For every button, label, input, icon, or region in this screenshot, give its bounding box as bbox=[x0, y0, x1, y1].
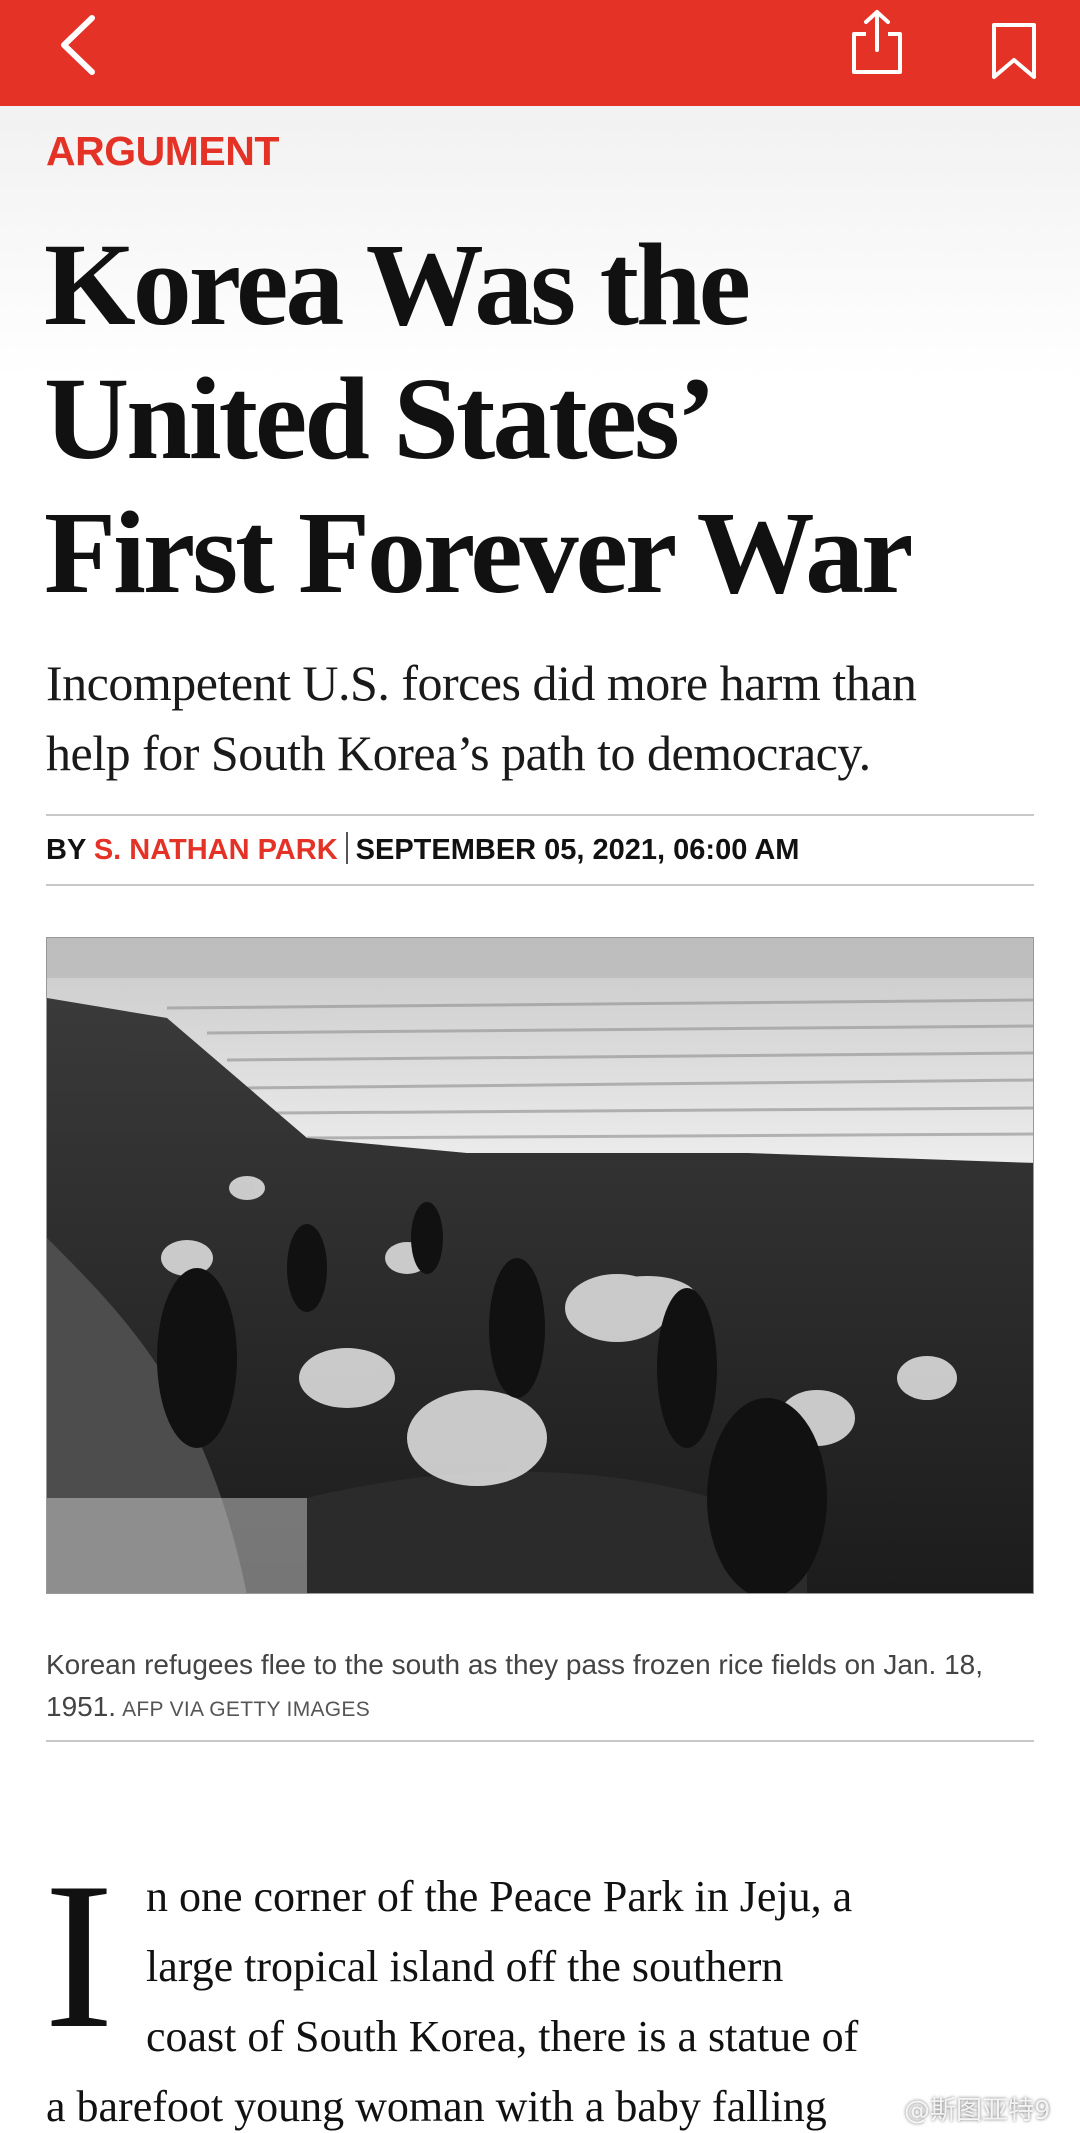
author-link[interactable]: S. NATHAN PARK bbox=[94, 834, 338, 866]
bookmark-icon[interactable] bbox=[990, 22, 1038, 80]
body-line: coast of South Korea, there is a statue … bbox=[146, 2012, 859, 2061]
headline-line: First Forever War bbox=[44, 487, 914, 618]
article-body: n one corner of the Peace Park in Jeju, … bbox=[46, 1862, 1046, 2133]
divider bbox=[46, 884, 1034, 886]
headline-line: United States’ bbox=[44, 353, 716, 484]
body-line: n one corner of the Peace Park in Jeju, … bbox=[146, 1872, 853, 1921]
top-navigation-bar bbox=[0, 0, 1080, 106]
divider bbox=[46, 814, 1034, 816]
article-headline: Korea Was the United States’ First Forev… bbox=[44, 218, 1044, 620]
byline: BY S. NATHAN PARK SEPTEMBER 05, 2021, 06:… bbox=[46, 832, 799, 868]
photo-caption: Korean refugees flee to the south as the… bbox=[46, 1644, 1036, 1731]
body-line: a barefoot young woman with a baby falli… bbox=[46, 2082, 827, 2131]
section-label[interactable]: ARGUMENT bbox=[46, 128, 279, 175]
headline-line: Korea Was the bbox=[44, 219, 751, 350]
refugees-photo-illustration bbox=[47, 938, 1033, 1593]
publish-date: SEPTEMBER 05, 2021, 06:00 AM bbox=[355, 834, 800, 866]
article-photo[interactable] bbox=[46, 937, 1034, 1594]
subheadline-line: help for South Korea’s path to democracy… bbox=[46, 725, 871, 781]
byline-prefix: BY bbox=[46, 834, 86, 866]
watermark: @斯图亚特9 bbox=[904, 2096, 1051, 2126]
chevron-left-icon[interactable] bbox=[52, 10, 112, 80]
byline-separator bbox=[345, 832, 348, 864]
article-subheadline: Incompetent U.S. forces did more harm th… bbox=[46, 648, 1046, 788]
subheadline-line: Incompetent U.S. forces did more harm th… bbox=[46, 655, 917, 711]
body-line: large tropical island off the southern bbox=[146, 1942, 784, 1991]
divider bbox=[46, 1740, 1034, 1742]
share-icon[interactable] bbox=[848, 8, 906, 78]
photo-credit: AFP VIA GETTY IMAGES bbox=[122, 1698, 371, 1721]
